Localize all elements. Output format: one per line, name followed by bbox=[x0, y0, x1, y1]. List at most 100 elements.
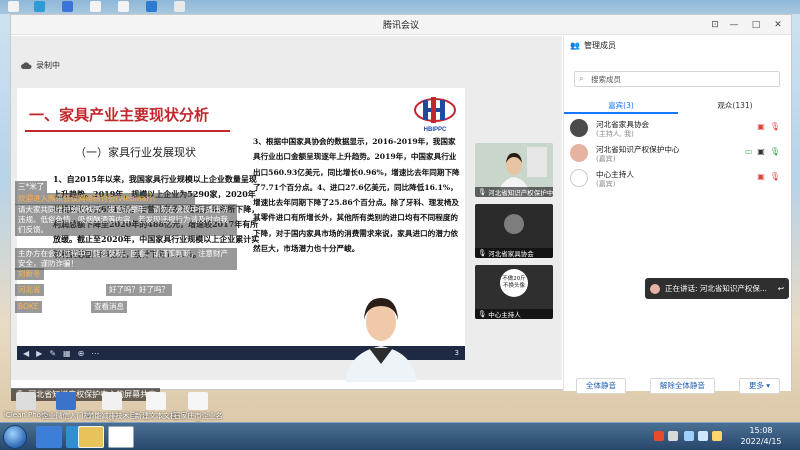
desktop-app-icon[interactable] bbox=[146, 1, 157, 12]
slide-right-paragraph: 3、根据中国家具协会的数据显示，2016-2019年，我国家具行业出口金额呈现逐… bbox=[253, 137, 460, 254]
chat-sender: 河北省 bbox=[15, 284, 44, 296]
camera-icon[interactable]: ▣ bbox=[757, 147, 765, 156]
mic-icon: 🎙 bbox=[478, 310, 487, 318]
chat-sender: 三*米了 bbox=[15, 181, 48, 193]
chat-message: 请大家共同维护会议秩序，发言请举手。请勿在会议中传播违法违规、低俗色情、吸烟酗酒… bbox=[15, 204, 237, 236]
taskbar-folder-icon[interactable] bbox=[78, 426, 104, 448]
tray-volume-icon[interactable] bbox=[698, 431, 708, 441]
desktop-app-icon[interactable] bbox=[118, 1, 129, 12]
screen-share-icon[interactable]: ▭ bbox=[745, 147, 753, 156]
member-controls: ▭ ▣ 🎙 bbox=[745, 147, 780, 156]
speaker-avatar bbox=[650, 283, 660, 294]
tray-network-icon[interactable] bbox=[684, 431, 694, 441]
participant-thumbnail[interactable]: 🎙 河北省家具协会 bbox=[475, 204, 553, 258]
members-icon: 👥 bbox=[570, 41, 580, 50]
heading-underline bbox=[25, 130, 230, 132]
participant-thumbnail[interactable]: 不做20斤 不换头像 🎙 中心主持人 bbox=[475, 265, 553, 319]
pen-icon[interactable]: ✎ bbox=[49, 349, 56, 358]
start-button[interactable] bbox=[3, 425, 27, 449]
avatar bbox=[570, 119, 588, 137]
minimize-icon[interactable]: — bbox=[727, 18, 741, 32]
meeting-window: 腾讯会议 ⊡ — □ ✕ 录制中 一、家具产业主要现状分析 HBIPPC （一）… bbox=[10, 14, 792, 401]
member-controls: ▣ 🎙 bbox=[757, 172, 780, 181]
window-title: 腾讯会议 bbox=[382, 21, 419, 31]
tray-language-icon[interactable] bbox=[668, 431, 678, 441]
thumbnail-name: 中心主持人 bbox=[488, 311, 521, 319]
maximize-icon[interactable]: □ bbox=[749, 18, 763, 32]
member-row[interactable]: 河北省知识产权保护中心 (嘉宾) ▭ ▣ 🎙 bbox=[570, 142, 784, 166]
member-tabs: 嘉宾(3) 观众(131) bbox=[564, 98, 792, 114]
thumbnail-label: 🎙 河北省家具协会 bbox=[475, 248, 553, 258]
next-slide-icon[interactable]: ▶ bbox=[36, 349, 42, 358]
app-icon bbox=[146, 392, 166, 410]
thumbnail-label: 🎙 中心主持人 bbox=[475, 309, 553, 319]
member-role: (嘉宾) bbox=[596, 155, 616, 163]
members-title: 管理成员 bbox=[583, 41, 616, 50]
tray-flag-icon[interactable] bbox=[712, 431, 722, 441]
desktop-app-icon[interactable] bbox=[174, 1, 185, 12]
member-role: (嘉宾) bbox=[596, 180, 616, 188]
search-placeholder: 搜索成员 bbox=[591, 74, 621, 84]
chat-sender: BOKE bbox=[15, 301, 42, 313]
unmute-all-button[interactable]: 解除全体静音 bbox=[649, 378, 715, 394]
thumbnail-label: 🎙 河北省知识产权保护中心 bbox=[475, 187, 553, 197]
desktop-app-icon[interactable] bbox=[8, 1, 19, 12]
mute-all-button[interactable]: 全体静音 bbox=[575, 378, 626, 394]
slide-page-number: 3 bbox=[454, 349, 459, 357]
member-controls: ▣ 🎙 bbox=[757, 122, 780, 131]
clock-date[interactable]: 2022/4/15 bbox=[736, 437, 786, 446]
title-bar: 腾讯会议 ⊡ — □ ✕ bbox=[11, 15, 791, 35]
mic-muted-icon[interactable]: 🎙 bbox=[770, 172, 780, 181]
clock-time[interactable]: 15:08 bbox=[736, 426, 786, 435]
taskbar-meeting-icon[interactable] bbox=[108, 426, 134, 448]
chat-message: 好了吗？好了吗？ bbox=[106, 284, 172, 296]
prev-slide-icon[interactable]: ◀ bbox=[23, 349, 29, 358]
desktop-app-icon[interactable] bbox=[62, 1, 73, 12]
more-button[interactable]: 更多 ▾ bbox=[738, 378, 780, 394]
member-row[interactable]: 河北省家具协会 (主持人, 我) ▣ 🎙 bbox=[570, 117, 784, 141]
tab-audience[interactable]: 观众(131) bbox=[678, 98, 792, 114]
avatar: 不做20斤 不换头像 bbox=[500, 269, 528, 297]
members-footer: 全体静音 解除全体静音 更多 ▾ bbox=[564, 377, 792, 395]
screen-share-area: 录制中 一、家具产业主要现状分析 HBIPPC （一）家具行业发展现状 1、自2… bbox=[11, 36, 562, 401]
camera-off-icon[interactable]: ▣ bbox=[757, 122, 765, 131]
zoom-icon[interactable]: ⊕ bbox=[78, 349, 85, 358]
participant-thumbnail[interactable]: 🎙 河北省知识产权保护中心 bbox=[475, 143, 553, 197]
slides-grid-icon[interactable]: ▦ bbox=[63, 349, 71, 358]
cloud-icon bbox=[21, 61, 32, 69]
apple-logo-icon bbox=[504, 214, 524, 234]
logo-text: HBIPPC bbox=[424, 127, 447, 133]
chat-sender: 刘新冬 bbox=[15, 268, 44, 280]
thumbnail-name: 河北省知识产权保护中心 bbox=[488, 189, 553, 197]
taskbar: 15:08 2022/4/15 bbox=[0, 422, 800, 450]
members-header: 👥 管理成员 bbox=[570, 40, 616, 51]
more-label: 更多 bbox=[748, 381, 764, 390]
recording-label: 录制中 bbox=[36, 61, 60, 70]
avatar-text: 不做20斤 不换头像 bbox=[502, 276, 526, 289]
hbippc-logo: HBIPPC bbox=[410, 94, 460, 134]
pin-icon[interactable]: ⊡ bbox=[708, 18, 722, 32]
mic-muted-icon[interactable]: 🎙 bbox=[770, 122, 780, 131]
desktop-app-icon[interactable] bbox=[34, 1, 45, 12]
camera-off-icon[interactable]: ▣ bbox=[757, 172, 765, 181]
taskbar-ie-icon[interactable] bbox=[36, 426, 62, 448]
chat-message[interactable]: 查看消息 bbox=[91, 301, 127, 313]
desktop-app-icon[interactable] bbox=[90, 1, 101, 12]
mic-on-icon[interactable]: 🎙 bbox=[770, 147, 780, 156]
tab-guests[interactable]: 嘉宾(3) bbox=[564, 98, 678, 114]
thumbnail-name: 河北省家具协会 bbox=[488, 250, 534, 258]
member-search-input[interactable]: ⌕ 搜索成员 bbox=[574, 71, 780, 87]
close-icon[interactable]: ✕ bbox=[771, 18, 785, 32]
options-icon[interactable]: ⋯ bbox=[91, 349, 99, 358]
member-row[interactable]: 中心主持人 (嘉宾) ▣ 🎙 bbox=[570, 167, 784, 191]
members-panel: 👥 管理成员 ⌕ 搜索成员 嘉宾(3) 观众(131) 河北省家具协会 (主持人… bbox=[563, 36, 792, 394]
speaking-text: 正在讲话: 河北省知识产权保... bbox=[665, 284, 768, 293]
recording-badge[interactable]: 录制中 bbox=[21, 60, 60, 71]
slide-heading: 一、家具产业主要现状分析 bbox=[29, 106, 210, 124]
speaker-video bbox=[339, 282, 423, 382]
slide-subheading: （一）家具行业发展现状 bbox=[75, 146, 196, 159]
tray-sogou-icon[interactable] bbox=[654, 431, 664, 441]
search-icon: ⌕ bbox=[579, 74, 584, 83]
collapse-icon[interactable]: ↩ bbox=[778, 284, 784, 293]
app-icon bbox=[56, 392, 76, 410]
